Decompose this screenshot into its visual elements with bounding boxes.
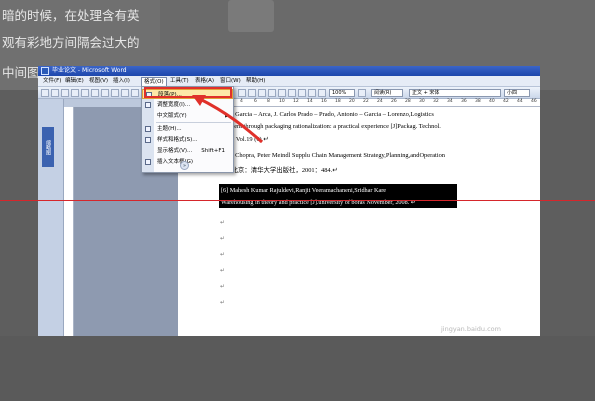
menu-item-label: 中文版式(Y) — [157, 113, 187, 119]
reading-layout-icon[interactable] — [298, 89, 306, 97]
ruler-number: 20 — [349, 99, 355, 104]
help-icon[interactable] — [358, 89, 366, 97]
ruler-number: 40 — [489, 99, 495, 104]
ruler-number: 44 — [517, 99, 523, 104]
watermark: jingyan.baidu.com — [441, 325, 501, 333]
zoom-select[interactable]: 100% — [329, 89, 355, 97]
format-painter-icon[interactable] — [318, 89, 326, 97]
textbox-icon — [145, 159, 151, 165]
menu-tools[interactable]: 工具(T) — [168, 77, 191, 86]
paragraph-mark: ↵ — [220, 299, 226, 306]
menu-shortcut: Shift+F1 — [201, 148, 225, 154]
spelling-icon[interactable] — [101, 89, 109, 97]
ruler-number: 8 — [267, 99, 270, 104]
expand-menu-chevron-icon[interactable]: » — [180, 161, 189, 170]
background-text-line: 中间图 — [2, 65, 40, 80]
menu-edit[interactable]: 编辑(E) — [63, 77, 86, 86]
paragraph-mark: ↵ — [220, 219, 226, 226]
save-icon[interactable] — [61, 89, 69, 97]
document-map-icon[interactable] — [278, 89, 286, 97]
thumbnails-tab[interactable]: 缩略图 — [42, 127, 54, 167]
research-icon[interactable] — [111, 89, 119, 97]
ruler-number: 24 — [377, 99, 383, 104]
ruler-number: 26 — [391, 99, 397, 104]
ruler-number: 14 — [307, 99, 313, 104]
ruler-number: 12 — [293, 99, 299, 104]
reference-line: [M] 北京：清华大学出版社，2001：484.↵ — [220, 167, 338, 174]
word-window: 毕业论文 - Microsoft Word 文件(F) 编辑(E) 视图(V) … — [38, 66, 540, 336]
print-preview-icon[interactable] — [91, 89, 99, 97]
font-size-select[interactable]: 小四 — [504, 89, 530, 97]
ruler-number: 42 — [503, 99, 509, 104]
menu-item-label: 调整宽度(I)... — [157, 102, 191, 108]
paragraph-mark: ↵ — [220, 235, 226, 242]
show-hide-icon[interactable] — [288, 89, 296, 97]
background-text-line: 暗的时候，在处理含有英 — [2, 8, 140, 23]
ruler-number: 32 — [433, 99, 439, 104]
vertical-ruler — [64, 107, 74, 336]
ruler-number: 46 — [531, 99, 537, 104]
ruler-number: 16 — [321, 99, 327, 104]
paragraph-mark: ↵ — [220, 251, 226, 258]
menu-insert[interactable]: 插入(I) — [111, 77, 132, 86]
permission-icon[interactable] — [71, 89, 79, 97]
word-app-icon — [41, 67, 49, 75]
adjust-width-icon — [145, 102, 151, 108]
menu-item-label: 显示格式(V)... — [157, 148, 193, 154]
menu-bar: 文件(F) 编辑(E) 视图(V) 插入(I) 格式(O) 工具(T) 表格(A… — [38, 76, 540, 87]
reference-line: Sunil Chopra, Peter Meindl Supplu Chain … — [220, 152, 445, 159]
menu-file[interactable]: 文件(F) — [41, 77, 63, 86]
menu-item-reveal-formatting[interactable]: 显示格式(V)... Shift+F1 — [142, 146, 233, 156]
paragraph-mark: ↵ — [220, 283, 226, 290]
drawing-icon[interactable] — [268, 89, 276, 97]
new-document-icon[interactable] — [41, 89, 49, 97]
background-text-line: 观有彩地方间隔会过大的 — [2, 35, 140, 50]
ruler-number: 18 — [335, 99, 341, 104]
background-avatar — [228, 0, 274, 32]
paragraph-mark: ↵ — [220, 267, 226, 274]
ruler-number: 22 — [363, 99, 369, 104]
title-bar: 毕业论文 - Microsoft Word — [38, 66, 540, 76]
menu-item-label: 主题(H)... — [157, 126, 182, 132]
reading-view-button[interactable]: 阅读(R) — [371, 89, 403, 97]
menu-view[interactable]: 视图(V) — [87, 77, 110, 86]
ruler-number: 10 — [279, 99, 285, 104]
ruler-number: 34 — [447, 99, 453, 104]
background-bottom-area — [0, 336, 595, 401]
style-select[interactable]: 正文 + 宋体 — [409, 89, 501, 97]
paste-icon[interactable] — [308, 89, 316, 97]
document-map-panel: 缩略图 — [38, 99, 64, 336]
standard-toolbar: 100% 阅读(R) 正文 + 宋体 小四 — [38, 87, 540, 99]
window-title: 毕业论文 - Microsoft Word — [52, 67, 127, 74]
ruler-number: 28 — [405, 99, 411, 104]
ruler-number: 36 — [461, 99, 467, 104]
selected-reference-line: [6] Mahesh Kumar Rajuldevi,Ranjit Veeram… — [221, 187, 387, 194]
open-icon[interactable] — [51, 89, 59, 97]
print-icon[interactable] — [81, 89, 89, 97]
annotation-arrow-icon — [192, 95, 263, 144]
cut-icon[interactable] — [121, 89, 129, 97]
menu-help[interactable]: 帮助(H) — [244, 77, 267, 86]
styles-icon — [145, 137, 151, 143]
annotation-red-line — [0, 200, 595, 201]
menu-table[interactable]: 表格(A) — [193, 77, 216, 86]
ruler-number: 38 — [475, 99, 481, 104]
copy-icon[interactable] — [131, 89, 139, 97]
menu-window[interactable]: 窗口(W) — [218, 77, 243, 86]
theme-icon — [145, 126, 151, 132]
ruler-number: 30 — [419, 99, 425, 104]
menu-format[interactable]: 格式(O) — [141, 77, 167, 86]
